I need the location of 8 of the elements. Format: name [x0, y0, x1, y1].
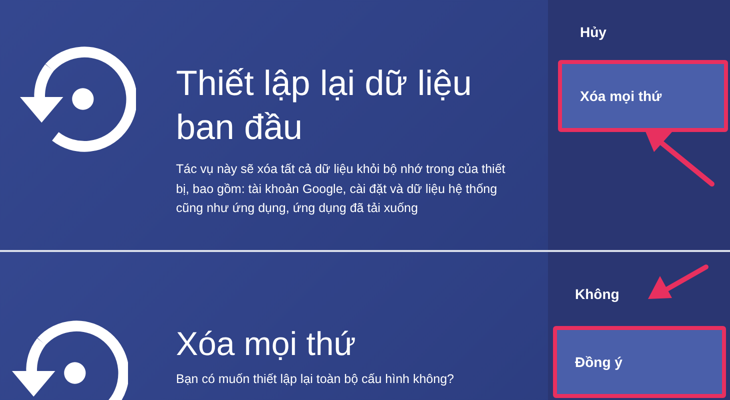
option-item[interactable]: Không	[553, 274, 726, 314]
dialog-title: Thiết lập lại dữ liệu ban đầu	[176, 63, 473, 149]
option-item[interactable]: Hủy	[558, 12, 728, 52]
option-item[interactable]: Đồng ý	[553, 326, 726, 398]
dialog-title: Xóa mọi thứ	[176, 324, 357, 364]
option-item[interactable]: Xóa mọi thứ	[558, 60, 728, 132]
dialog-description: Tác vụ này sẽ xóa tất cả dữ liệu khỏi bộ nhớ trong của thiết bị, bao gồm: tài khoản Google, cài đặt và dữ liệu hệ thống cũng như ứng dụng, ứng dụng đã tải xuống	[176, 161, 506, 217]
dialog-description: Bạn có muốn thiết lập lại toàn bộ cấu hình không?	[176, 371, 455, 388]
